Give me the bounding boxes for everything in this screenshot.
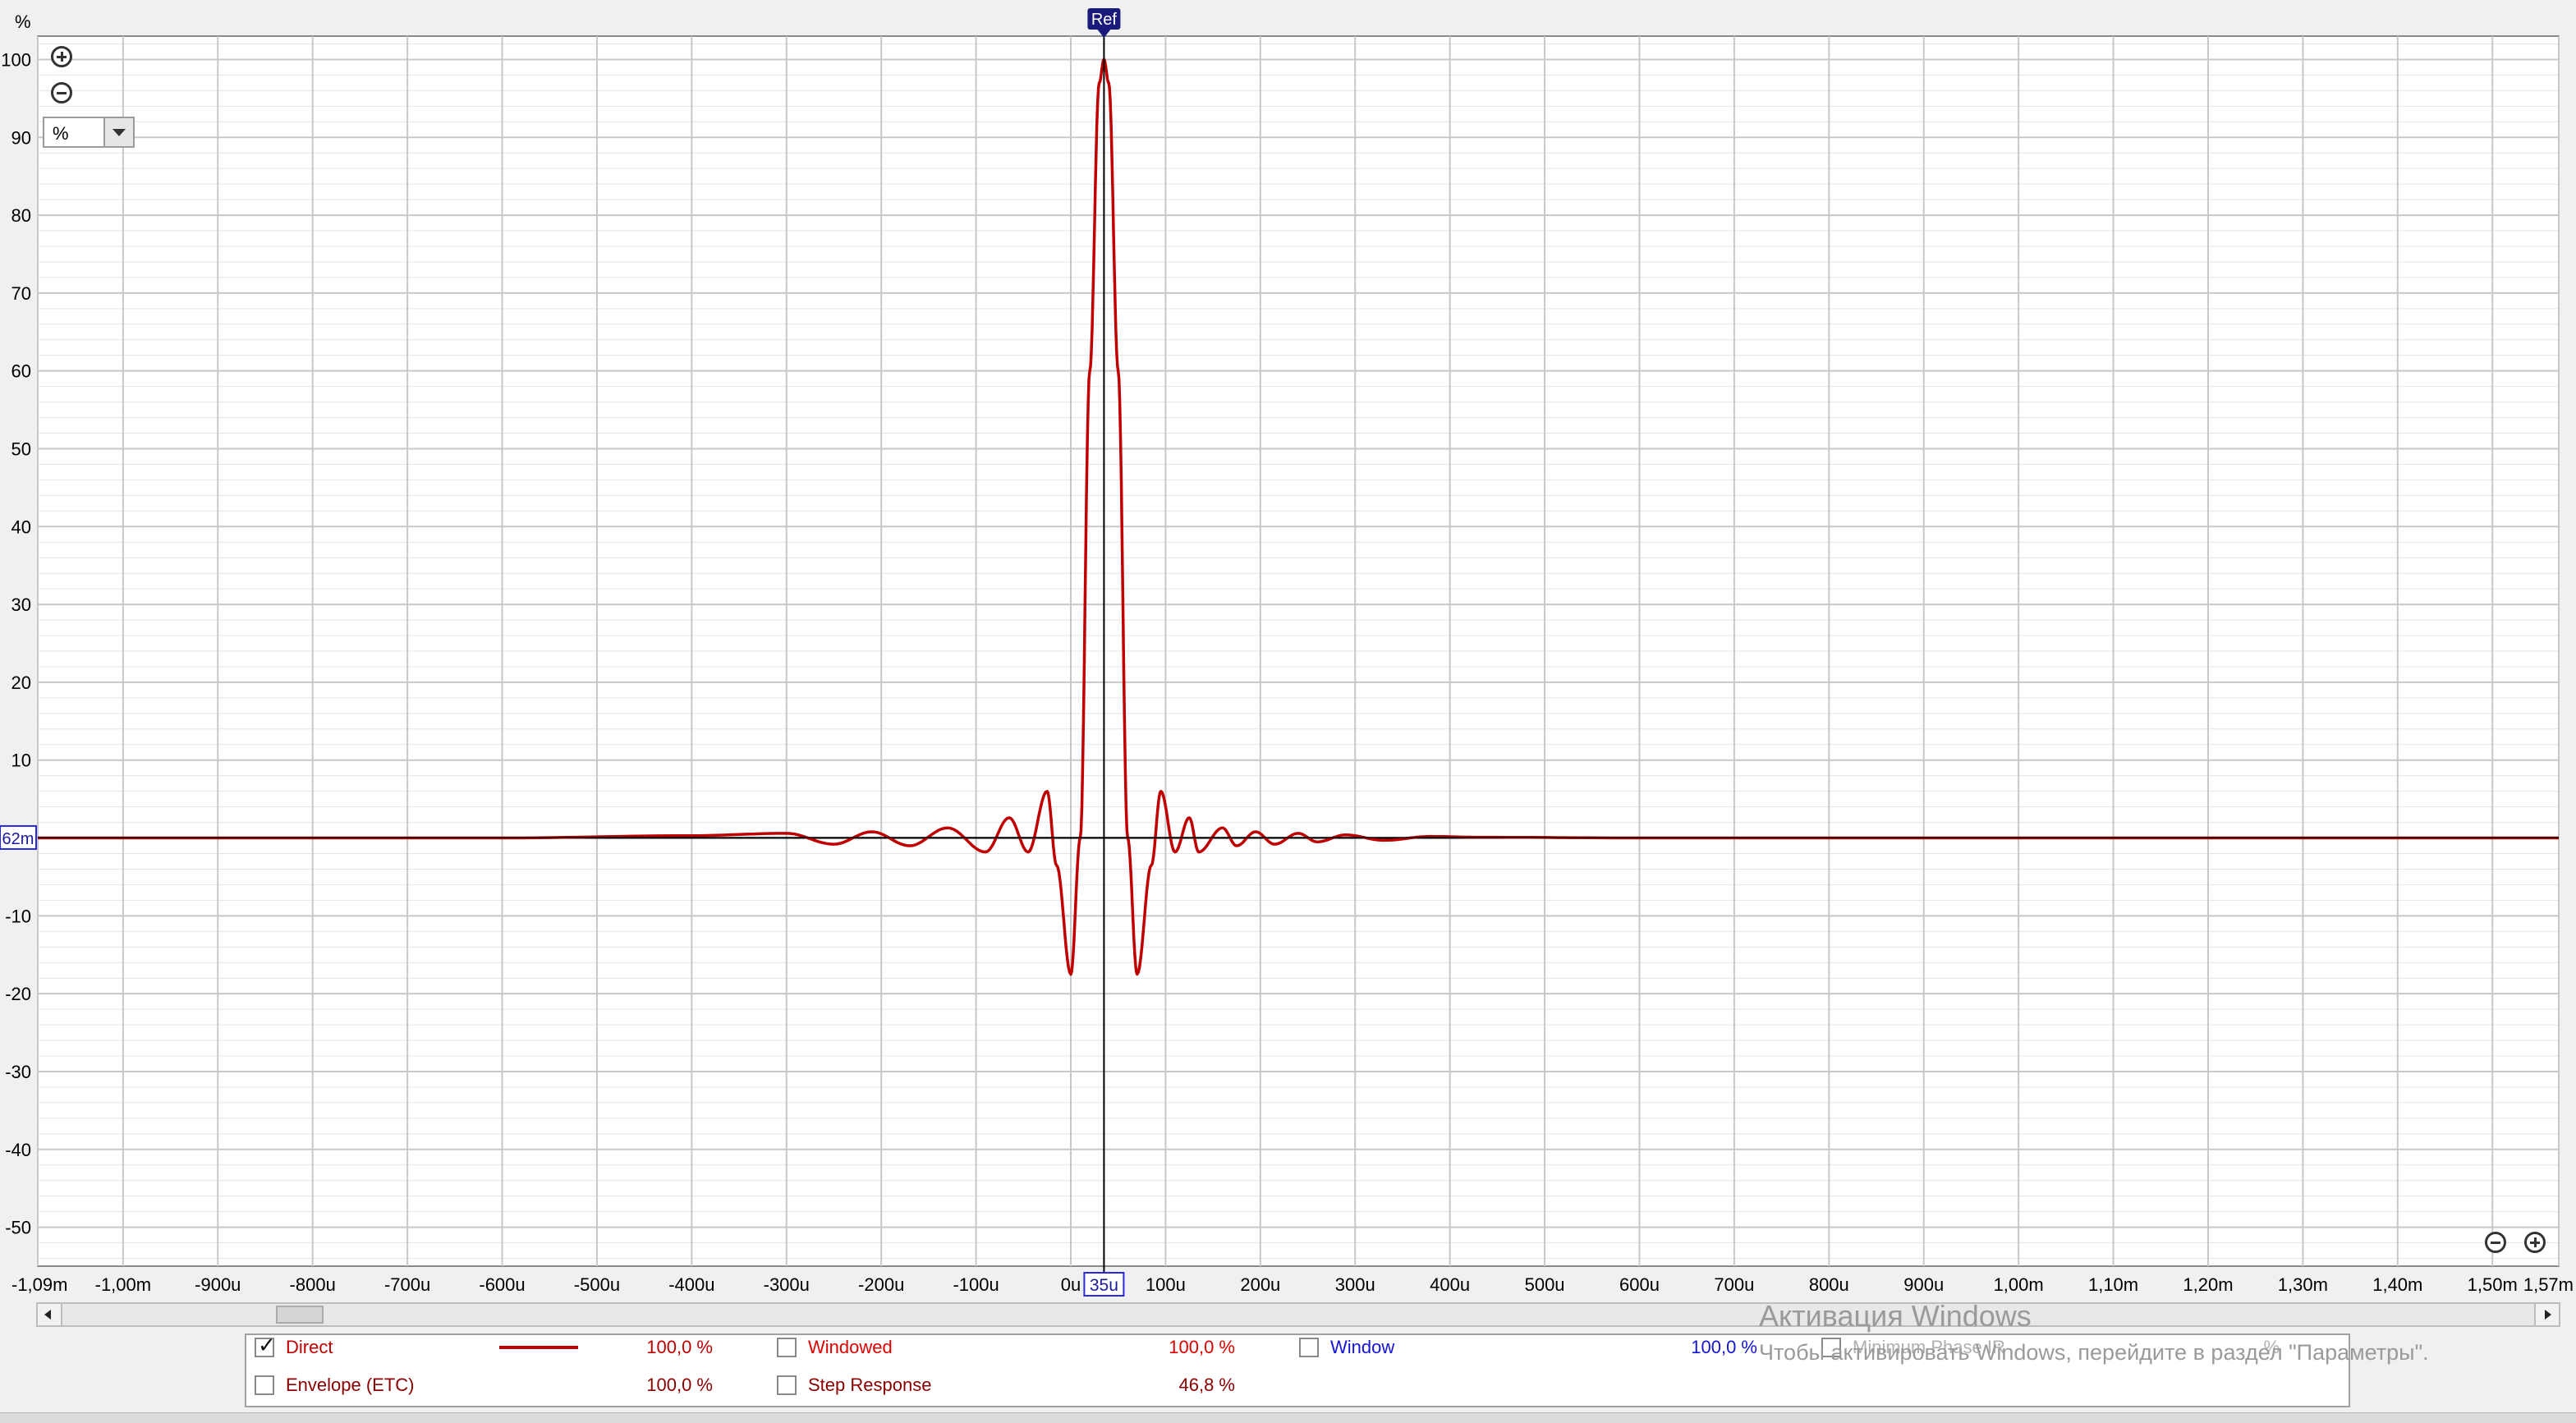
legend-label: Step Response [808, 1375, 932, 1395]
x-tick-label: -300u [764, 1274, 810, 1295]
y-tick-label: -20 [5, 984, 31, 1004]
legend-label: Envelope (ETC) [286, 1375, 415, 1395]
y-tick-label: 80 [11, 205, 31, 226]
x-tick-label: 1,10m [2088, 1274, 2138, 1295]
y-tick-label: 90 [11, 127, 31, 148]
legend-value: 100,0 % [646, 1337, 713, 1357]
x-tick-label: 600u [1619, 1274, 1660, 1295]
x-tick-label: 1,20m [2183, 1274, 2233, 1295]
chevron-down-icon[interactable] [103, 118, 133, 146]
y-tick-label: -10 [5, 906, 31, 926]
x-tick-label: -800u [290, 1274, 336, 1295]
legend-item[interactable]: Envelope (ETC) 100,0 % [253, 1373, 762, 1398]
legend-checkbox[interactable] [1299, 1338, 1319, 1357]
x-tick-label: -900u [195, 1274, 241, 1295]
x-tick-label: 1,40m [2372, 1274, 2422, 1295]
legend-checkbox[interactable] [777, 1338, 797, 1357]
ref-marker-label: Ref [1091, 11, 1118, 29]
legend-item[interactable]: Direct 100,0 % [253, 1333, 762, 1360]
x-zoom-out-icon[interactable] [2485, 1232, 2506, 1253]
y-tick-label: 40 [11, 516, 31, 537]
legend-item[interactable]: Step Response 46,8 % [775, 1373, 1284, 1398]
activation-watermark-subtitle: Чтобы активировать Windows, перейдите в … [1759, 1340, 2429, 1365]
x-tick-label: -600u [479, 1274, 525, 1295]
x-tick-label: 800u [1809, 1274, 1849, 1295]
x-tick-label: 500u [1525, 1274, 1565, 1295]
legend-item[interactable]: Window 100,0 % [1297, 1335, 1807, 1360]
x-tick-label: 1,50m [2468, 1274, 2518, 1295]
y-tick-label: -50 [5, 1218, 31, 1238]
activation-watermark-title: Активация Windows [1759, 1299, 2032, 1333]
y-tick-label: 10 [11, 751, 31, 771]
legend-value: 100,0 % [646, 1375, 713, 1395]
x-tick-label: 200u [1240, 1274, 1280, 1295]
y-unit-label: % [15, 11, 31, 32]
x-tick-label: -100u [953, 1274, 999, 1295]
legend-checkbox[interactable] [255, 1333, 276, 1357]
legend-checkbox[interactable] [255, 1375, 274, 1395]
legend-label: Window [1330, 1337, 1395, 1357]
x-zoom-in-icon[interactable] [2524, 1232, 2546, 1253]
y-tick-label: 70 [11, 283, 31, 304]
scroll-right-icon[interactable] [2534, 1304, 2559, 1325]
scroll-left-icon[interactable] [38, 1304, 62, 1325]
zoom-in-icon[interactable] [51, 46, 72, 67]
y-tick-label: 100 [1, 49, 31, 70]
y-tick-label: 50 [11, 438, 31, 459]
cursor-x-readout: 35u [1090, 1276, 1118, 1295]
x-tick-label: -200u [858, 1274, 904, 1295]
x-tick-label: 700u [1714, 1274, 1754, 1295]
x-tick-label: 100u [1146, 1274, 1186, 1295]
cursor-y-readout: 62m [2, 830, 34, 848]
legend-label: Windowed [808, 1337, 893, 1357]
scroll-thumb[interactable] [276, 1306, 324, 1324]
ir-chart[interactable]: 100 90 80 70 60 50 40 30 20 10 -10 -20 -30 -40 -50 -1,… [0, 0, 2576, 1422]
legend-value: 100,0 % [1169, 1337, 1235, 1357]
x-tick-label: 1,30m [2278, 1274, 2328, 1295]
y-axis-ticks: 100 90 80 70 60 50 40 30 20 10 -10 -20 -30 -40 -50 [1, 49, 31, 1237]
x-tick-label: -700u [384, 1274, 430, 1295]
unit-select[interactable]: % [43, 117, 135, 148]
y-tick-label: 30 [11, 594, 31, 615]
x-tick-label: 1,57m [2523, 1274, 2574, 1295]
x-tick-label: -400u [668, 1274, 714, 1295]
x-tick-label: 400u [1430, 1274, 1470, 1295]
x-tick-label: 0u [1061, 1274, 1081, 1295]
status-strip [0, 1412, 2576, 1423]
legend-item[interactable]: Windowed 100,0 % [775, 1335, 1284, 1360]
legend-value: 100,0 % [1691, 1337, 1757, 1357]
y-tick-label: 20 [11, 672, 31, 693]
y-tick-label: -30 [5, 1062, 31, 1082]
zoom-out-icon[interactable] [51, 82, 72, 103]
legend-checkbox[interactable] [777, 1375, 797, 1395]
x-tick-label: -1,09m [11, 1274, 67, 1295]
y-tick-label: -40 [5, 1140, 31, 1160]
x-axis-ticks: -1,09m -1,00m -900u -800u -700u -600u -500u -40… [11, 1274, 2574, 1295]
legend-value: 46,8 % [1178, 1375, 1236, 1395]
x-tick-label: 900u [1903, 1274, 1944, 1295]
legend-line-swatch [499, 1346, 578, 1349]
legend-label: Direct [286, 1337, 333, 1357]
horizontal-scrollbar[interactable] [36, 1302, 2560, 1327]
unit-select-value: % [53, 123, 69, 144]
x-tick-label: 1,00m [1994, 1274, 2044, 1295]
y-tick-label: 60 [11, 361, 31, 382]
x-tick-label: -500u [574, 1274, 620, 1295]
x-tick-label: 300u [1335, 1274, 1375, 1295]
x-tick-label: -1,00m [95, 1274, 151, 1295]
